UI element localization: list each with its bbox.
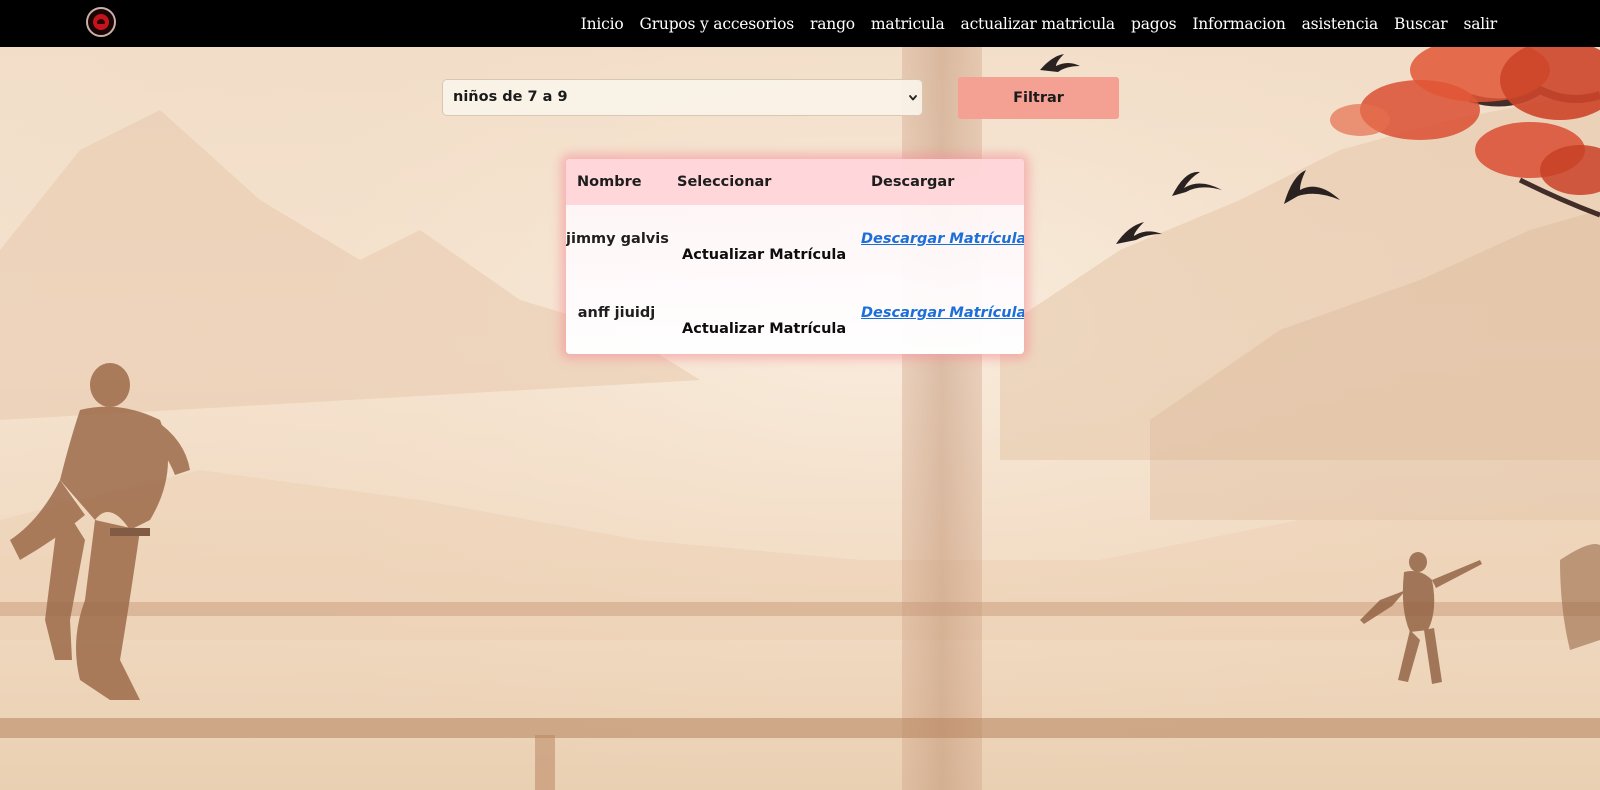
header-seleccionar: Seleccionar xyxy=(677,174,772,190)
nav-link-rango[interactable]: rango xyxy=(810,15,855,33)
nav-link-grupos-accesorios[interactable]: Grupos y accesorios xyxy=(640,15,795,33)
row-2-descargar-matricula-link[interactable]: Descargar Matrícula xyxy=(861,305,1024,321)
dojo-logo-icon[interactable] xyxy=(86,7,116,37)
nav-link-actualizar-matricula[interactable]: actualizar matricula xyxy=(961,15,1116,33)
background-scene xyxy=(0,0,1600,790)
top-navbar: Inicio Grupos y accesorios rango matricu… xyxy=(0,0,1600,47)
row-2-nombre: anff jiuidj xyxy=(577,305,656,321)
nav-link-asistencia[interactable]: asistencia xyxy=(1302,15,1379,33)
table-header: Nombre Seleccionar Descargar xyxy=(566,159,1024,205)
nav-link-informacion[interactable]: Informacion xyxy=(1192,15,1285,33)
students-table: Nombre Seleccionar Descargar jimmy galvi… xyxy=(566,159,1024,354)
nav-links: Inicio Grupos y accesorios rango matricu… xyxy=(565,0,1498,47)
nav-link-pagos[interactable]: pagos xyxy=(1131,15,1177,33)
header-descargar: Descargar xyxy=(871,174,955,190)
chevron-down-icon xyxy=(909,95,917,101)
nav-link-matricula[interactable]: matricula xyxy=(871,15,945,33)
group-select-value: niños de 7 a 9 xyxy=(453,89,568,105)
filter-button[interactable]: Filtrar xyxy=(958,77,1119,119)
row-2-actualizar-matricula[interactable]: Actualizar Matrícula xyxy=(682,321,846,337)
row-1-actualizar-matricula[interactable]: Actualizar Matrícula xyxy=(682,247,846,263)
row-1-descargar-matricula-link[interactable]: Descargar Matrícula xyxy=(861,231,1024,247)
nav-link-buscar[interactable]: Buscar xyxy=(1394,15,1448,33)
row-1-nombre: jimmy galvis xyxy=(566,231,669,247)
group-select[interactable]: niños de 7 a 9 xyxy=(442,79,923,116)
page: Inicio Grupos y accesorios rango matricu… xyxy=(0,0,1600,790)
nav-link-salir[interactable]: salir xyxy=(1463,15,1497,33)
nav-link-inicio[interactable]: Inicio xyxy=(581,15,624,33)
header-nombre: Nombre xyxy=(577,174,642,190)
